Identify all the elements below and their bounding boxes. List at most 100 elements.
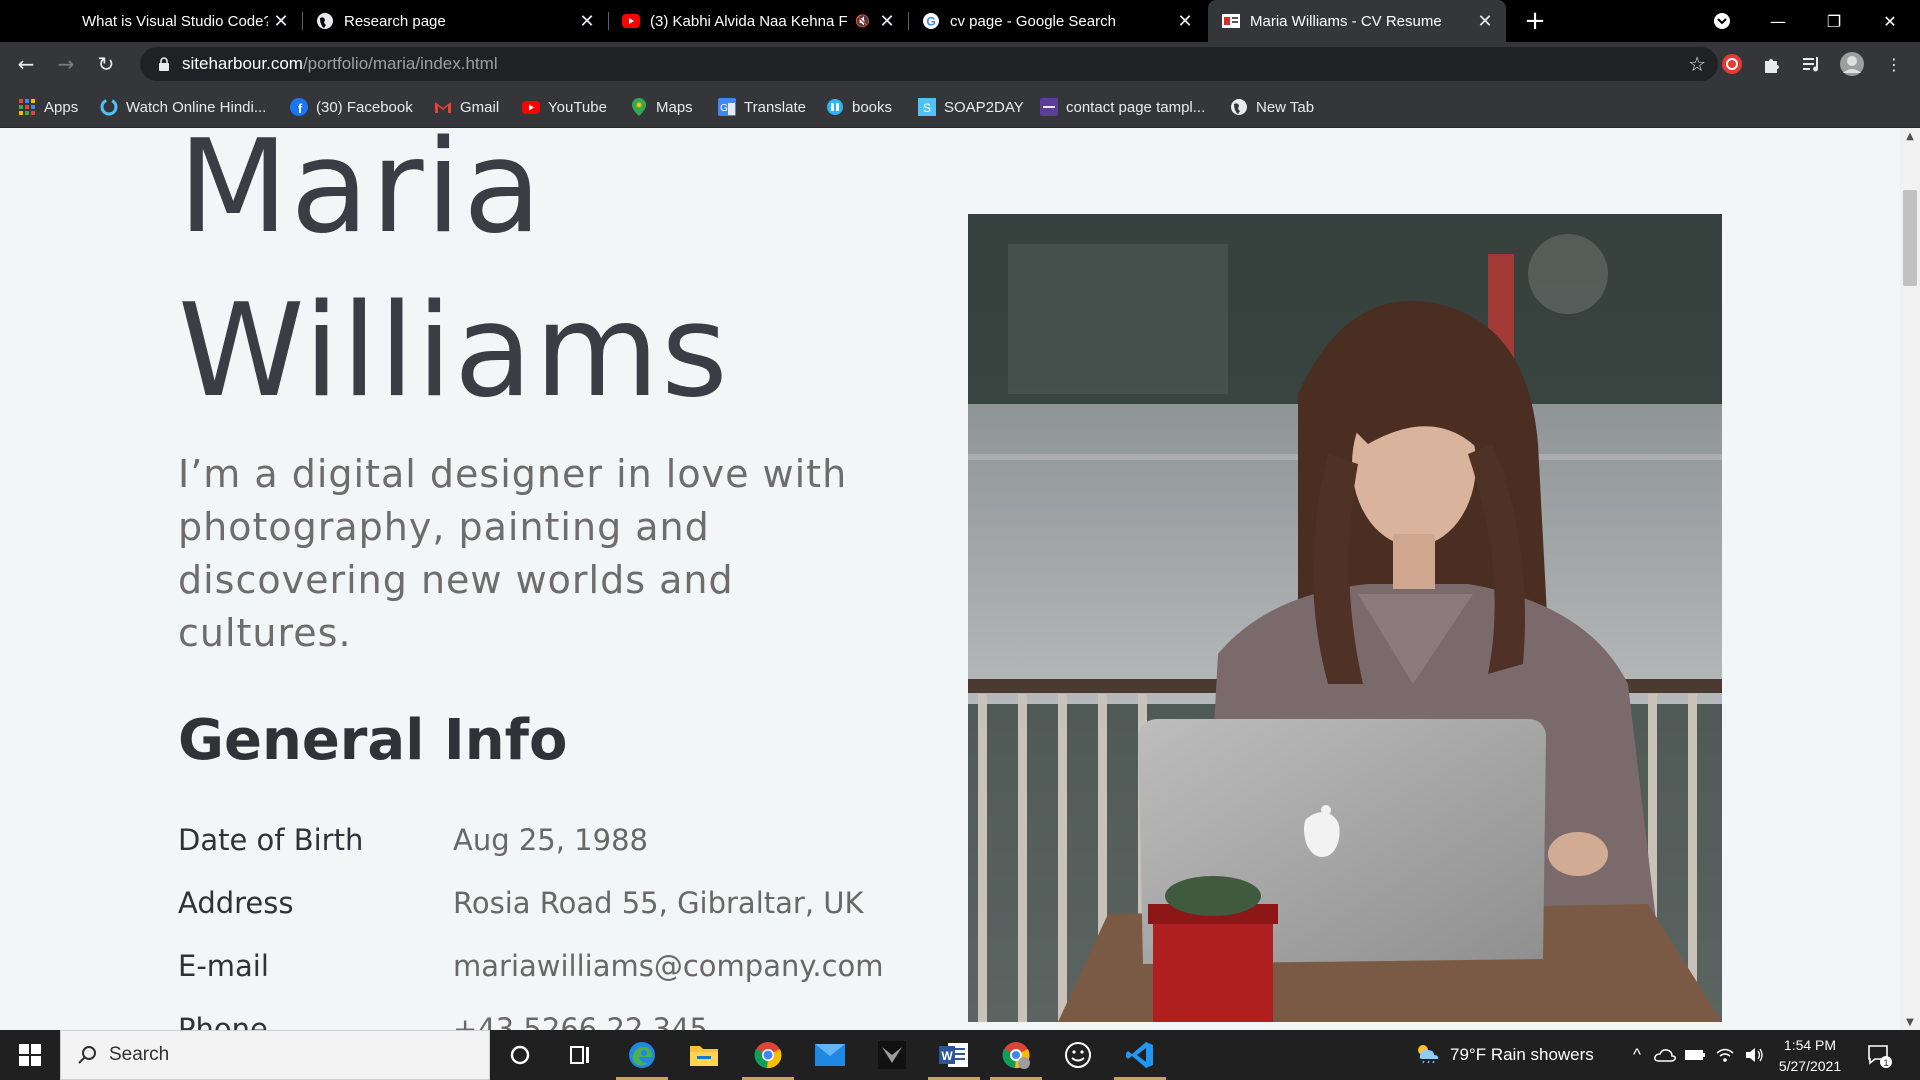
kebab-menu-icon[interactable]: ⋮ [1880, 50, 1908, 78]
bookmarks-bar: Apps Watch Online Hindi... f (30) Facebo… [0, 86, 1920, 128]
tab-close-icon[interactable]: ✕ [874, 8, 900, 34]
extensions-puzzle-icon[interactable] [1758, 50, 1786, 78]
onedrive-cloud-icon[interactable] [1650, 1048, 1680, 1062]
predator-app-icon[interactable] [862, 1030, 922, 1080]
tab-maria-cv[interactable]: Maria Williams - CV Resume ✕ [1208, 0, 1506, 42]
smiley-app-icon[interactable] [1048, 1030, 1108, 1080]
info-label: Address [178, 886, 294, 920]
chevron-up-icon[interactable]: ^ [1624, 1045, 1650, 1065]
speaker-icon[interactable]: 🔇 [855, 14, 870, 28]
tab-close-icon[interactable]: ✕ [1172, 8, 1198, 34]
page-scrollbar[interactable]: ▲ ▼ [1900, 128, 1920, 1030]
wifi-icon[interactable] [1710, 1047, 1740, 1063]
scrollbar-thumb[interactable] [1903, 190, 1917, 286]
restore-icon[interactable]: ❐ [1806, 0, 1862, 42]
bookmark-star-icon[interactable]: ☆ [1688, 52, 1706, 76]
new-tab-button[interactable]: + [1520, 6, 1550, 36]
info-value[interactable]: mariawilliams@company.com [453, 949, 884, 983]
tab-search-icon[interactable] [1694, 0, 1750, 42]
url-host: siteharbour.com [182, 54, 303, 73]
notification-count: 1 [1883, 1058, 1888, 1068]
site-favicon-icon [1222, 12, 1240, 30]
notification-center-icon[interactable]: 1 [1866, 1030, 1892, 1080]
weather-widget[interactable]: 79°F Rain showers [1414, 1030, 1594, 1080]
extension-red-icon[interactable] [1718, 50, 1746, 78]
tab-vscode[interactable]: What is Visual Studio Code? ✕ [40, 0, 303, 42]
bookmark-label: contact page tampl... [1066, 98, 1206, 116]
edge-browser-icon[interactable] [612, 1030, 672, 1080]
bookmark-facebook[interactable]: f (30) Facebook [290, 86, 413, 128]
tab-close-icon[interactable]: ✕ [1472, 8, 1498, 34]
mail-icon[interactable] [800, 1030, 860, 1080]
bookmark-maps[interactable]: Maps [630, 86, 693, 128]
circle-logo-icon [100, 98, 118, 116]
tab-title: Research page [344, 12, 446, 30]
address-bar[interactable]: siteharbour.com/portfolio/maria/index.ht… [140, 47, 1718, 81]
bookmark-new-tab[interactable]: New Tab [1230, 86, 1314, 128]
bookmark-youtube[interactable]: YouTube [522, 86, 607, 128]
word-icon[interactable]: W [924, 1030, 984, 1080]
bookmark-soap2day[interactable]: S SOAP2DAY [918, 86, 1024, 128]
soap2day-icon: S [918, 98, 936, 116]
chrome-icon[interactable] [738, 1030, 798, 1080]
info-value: Rosia Road 55, Gibraltar, UK [453, 886, 864, 920]
tab-google-search[interactable]: G cv page - Google Search ✕ [908, 0, 1206, 42]
info-row-phone: Phone +43 5266 22 345 [178, 1012, 998, 1030]
profile-avatar-icon[interactable] [1838, 50, 1866, 78]
svg-text:G: G [926, 15, 935, 29]
battery-icon[interactable] [1680, 1049, 1710, 1061]
browser-toolbar: ← → ↻ siteharbour.com/portfolio/maria/in… [0, 42, 1920, 86]
bookmark-contact-page[interactable]: contact page tampl... [1040, 86, 1205, 128]
bookmark-books[interactable]: books [826, 86, 892, 128]
info-label: Phone [178, 1012, 268, 1030]
weather-rain-icon [1414, 1042, 1440, 1069]
weather-text: 79°F Rain showers [1450, 1045, 1594, 1064]
bookmark-apps[interactable]: Apps [18, 86, 78, 128]
colorlib-icon [1040, 98, 1058, 116]
svg-text:G: G [720, 103, 728, 114]
minimize-icon[interactable]: — [1750, 0, 1806, 42]
chrome-profile-icon[interactable] [986, 1030, 1046, 1080]
tab-strip: What is Visual Studio Code? ✕ Research p… [0, 0, 1920, 42]
svg-text:W: W [941, 1049, 953, 1063]
tab-close-icon[interactable]: ✕ [268, 8, 294, 34]
profile-photo [968, 214, 1722, 1022]
forward-arrow-icon[interactable]: → [50, 48, 82, 80]
tab-research[interactable]: Research page ✕ [302, 0, 609, 42]
bookmark-gmail[interactable]: Gmail [434, 86, 499, 128]
tab-youtube[interactable]: (3) Kabhi Alvida Naa Kehna F 🔇 ✕ [608, 0, 909, 42]
info-row-dob: Date of Birth Aug 25, 1988 [178, 823, 998, 883]
lock-icon[interactable] [156, 56, 172, 72]
media-control-icon[interactable] [1798, 50, 1826, 78]
bookmark-label: Apps [44, 98, 79, 116]
globe-icon [316, 12, 334, 30]
taskbar-search-box[interactable]: Search [60, 1030, 490, 1080]
bookmark-label: Watch Online Hindi... [126, 98, 267, 116]
tray-icons: ^ [1624, 1030, 1770, 1080]
cortana-icon[interactable] [490, 1030, 550, 1080]
back-arrow-icon[interactable]: ← [10, 48, 42, 80]
blank-page-icon [54, 12, 72, 30]
bookmark-watch-online[interactable]: Watch Online Hindi... [100, 86, 266, 128]
clock-time: 1:54 PM [1783, 1037, 1837, 1053]
file-explorer-icon[interactable] [674, 1030, 734, 1080]
bookmark-label: books [852, 98, 893, 116]
task-view-icon[interactable] [550, 1030, 610, 1080]
vscode-icon[interactable] [1110, 1030, 1170, 1080]
tab-title: What is Visual Studio Code? [82, 12, 268, 30]
youtube-icon [622, 12, 640, 30]
search-icon [75, 1043, 99, 1067]
tab-title: Maria Williams - CV Resume [1250, 12, 1442, 30]
scroll-down-arrow-icon[interactable]: ▼ [1900, 1014, 1920, 1030]
reload-icon[interactable]: ↻ [90, 48, 122, 80]
windows-start-icon[interactable] [10, 1037, 50, 1073]
close-window-icon[interactable]: ✕ [1862, 0, 1918, 42]
section-title-general-info: General Info [178, 708, 568, 773]
scroll-up-arrow-icon[interactable]: ▲ [1900, 128, 1920, 144]
bookmark-translate[interactable]: G Translate [718, 86, 806, 128]
info-value: Aug 25, 1988 [453, 823, 648, 857]
info-value: +43 5266 22 345 [453, 1012, 708, 1030]
tab-close-icon[interactable]: ✕ [574, 8, 600, 34]
volume-icon[interactable] [1740, 1047, 1770, 1063]
system-clock[interactable]: 1:54 PM 5/27/2021 [1770, 1035, 1850, 1077]
